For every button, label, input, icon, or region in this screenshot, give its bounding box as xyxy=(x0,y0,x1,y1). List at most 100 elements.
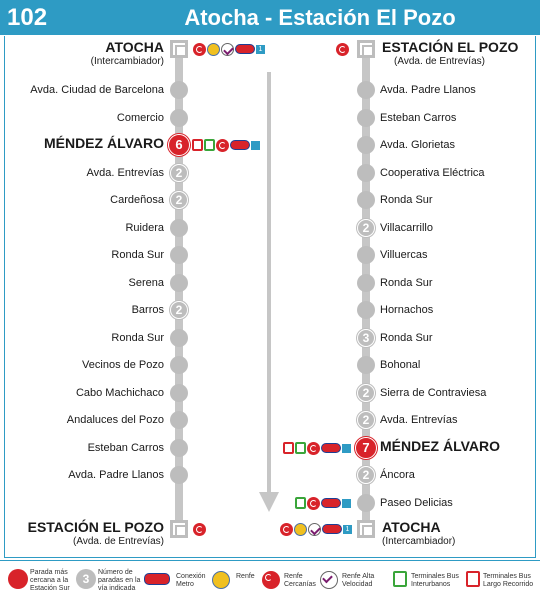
metro-icon xyxy=(322,524,342,534)
renfe-cercanias-icon xyxy=(307,441,320,455)
stop-icon xyxy=(357,109,375,127)
grey-stop-icon: 3 xyxy=(76,569,96,589)
renfe-cercanias-icon xyxy=(336,42,349,56)
legend-label: Parada más cercana a la Estación Sur xyxy=(30,569,70,592)
list-item[interactable]: Ronda Sur xyxy=(0,189,540,211)
connections: 1 xyxy=(280,521,352,537)
route-header: 102 Atocha - Estación El Pozo xyxy=(0,0,540,35)
stop-label: Sierra de Contraviesa xyxy=(380,387,487,399)
renfe-alta-velocidad-icon xyxy=(320,571,338,589)
terminal-stop-icon xyxy=(357,40,375,58)
stop-label: ATOCHA xyxy=(382,519,441,535)
right-origin-stop[interactable]: ESTACIÓN EL POZO (Avda. de Entrevías) xyxy=(0,38,540,67)
list-item[interactable]: 2 Sierra de Contraviesa xyxy=(0,382,540,404)
connections xyxy=(295,495,351,511)
bus-interurbano-icon xyxy=(295,497,306,509)
metro-line-icon xyxy=(342,498,351,508)
stop-label: Esteban Carros xyxy=(380,112,457,124)
metro-line-1-icon: 1 xyxy=(343,524,352,534)
list-item[interactable]: Avda. Padre Llanos xyxy=(0,79,540,101)
stop-count-icon: 2 xyxy=(357,219,375,237)
connections xyxy=(336,41,349,57)
legend-metro: Conexión Metro xyxy=(144,567,210,595)
renfe-icon xyxy=(212,571,230,589)
stop-label: Ronda Sur xyxy=(380,277,433,289)
major-stop[interactable]: 7 MÉNDEZ ÁLVARO xyxy=(0,437,540,459)
stop-label: Villacarrillo xyxy=(380,222,433,234)
stop-label: Bohonal xyxy=(380,359,421,371)
legend-label: Número de paradas en la vía indicada xyxy=(98,569,141,592)
stop-icon xyxy=(357,136,375,154)
legend-label: Renfe Cercanías xyxy=(284,573,316,588)
legend-label: Renfe Alta Velocidad xyxy=(342,573,375,588)
bus-interurbano-icon xyxy=(393,571,407,587)
stop-icon xyxy=(357,494,375,512)
connections xyxy=(283,440,351,456)
list-item[interactable]: 2 Villacarrillo xyxy=(0,217,540,239)
legend-renfe: Renfe xyxy=(212,567,262,595)
stop-label: MÉNDEZ ÁLVARO xyxy=(380,438,501,454)
stop-label: Avda. Padre Llanos xyxy=(380,84,476,96)
stop-icon xyxy=(357,81,375,99)
stop-count-icon: 2 xyxy=(357,411,375,429)
list-item[interactable]: 2 Avda. Entrevías xyxy=(0,409,540,431)
metro-icon xyxy=(321,443,341,453)
stop-label: ESTACIÓN EL POZO xyxy=(382,39,519,55)
metro-icon xyxy=(321,498,341,508)
list-item[interactable]: Ronda Sur xyxy=(0,272,540,294)
legend-label: Terminales Bus Interurbanos xyxy=(411,573,459,588)
legend-stop-count: 3 Número de paradas en la vía indicada xyxy=(76,567,146,595)
metro-icon xyxy=(144,573,170,585)
list-item[interactable]: Esteban Carros xyxy=(0,107,540,129)
legend-label: Conexión Metro xyxy=(176,573,206,588)
list-item[interactable]: Cooperativa Eléctrica xyxy=(0,162,540,184)
list-item[interactable]: Villuercas xyxy=(0,244,540,266)
legend-ave: Renfe Alta Velocidad xyxy=(320,567,392,595)
legend-cercanias: Renfe Cercanías xyxy=(262,567,318,595)
stop-label: Hornachos xyxy=(380,304,434,316)
stop-count-icon: 3 xyxy=(357,329,375,347)
stop-icon xyxy=(357,164,375,182)
list-item[interactable]: Hornachos xyxy=(0,299,540,321)
route-title: Atocha - Estación El Pozo xyxy=(184,5,456,30)
red-stop-icon xyxy=(8,569,28,589)
renfe-cercanias-icon xyxy=(280,522,293,536)
renfe-icon xyxy=(294,522,307,536)
legend-bus-largo: Terminales Bus Largo Recorrido xyxy=(466,567,538,595)
stop-sublabel: (Avda. de Entrevías) xyxy=(394,56,485,67)
list-item[interactable]: Bohonal xyxy=(0,354,540,376)
stop-label: Avda. Entrevías xyxy=(380,414,458,426)
legend-nearest-stop: Parada más cercana a la Estación Sur xyxy=(8,567,78,595)
stop-icon xyxy=(357,191,375,209)
stop-label: Ronda Sur xyxy=(380,332,433,344)
stop-label: Avda. Glorietas xyxy=(380,139,456,151)
list-item[interactable]: Avda. Glorietas xyxy=(0,134,540,156)
renfe-alta-velocidad-icon xyxy=(308,522,321,536)
major-stop-icon: 7 xyxy=(355,437,377,459)
legend-label: Terminales Bus Largo Recorrido xyxy=(483,573,534,588)
list-item[interactable]: 2 Áncora xyxy=(0,464,540,486)
stop-label: Ronda Sur xyxy=(380,194,433,206)
terminal-stop-icon xyxy=(357,520,375,538)
stop-icon xyxy=(357,246,375,264)
stop-icon xyxy=(357,274,375,292)
route-number: 102 xyxy=(7,4,48,31)
right-destination-stop[interactable]: 1 ATOCHA (Intercambiador) xyxy=(0,518,540,547)
list-item[interactable]: 3 Ronda Sur xyxy=(0,327,540,349)
stop-count-icon: 2 xyxy=(357,384,375,402)
bus-largo-recorrido-icon xyxy=(466,571,480,587)
stop-icon xyxy=(357,301,375,319)
stop-label: Villuercas xyxy=(380,249,428,261)
stop-label: Áncora xyxy=(380,469,415,481)
bus-interurbano-icon xyxy=(295,442,306,454)
renfe-cercanias-icon xyxy=(307,496,320,510)
metro-line-icon xyxy=(342,443,351,453)
legend: Parada más cercana a la Estación Sur 3 N… xyxy=(0,560,540,598)
list-item[interactable]: Paseo Delicias xyxy=(0,492,540,514)
stop-icon xyxy=(357,356,375,374)
stop-count-icon: 2 xyxy=(357,466,375,484)
stop-label: Paseo Delicias xyxy=(380,497,453,509)
renfe-cercanias-icon xyxy=(262,571,280,589)
bus-largo-recorrido-icon xyxy=(283,442,294,454)
stop-sublabel: (Intercambiador) xyxy=(382,536,456,547)
